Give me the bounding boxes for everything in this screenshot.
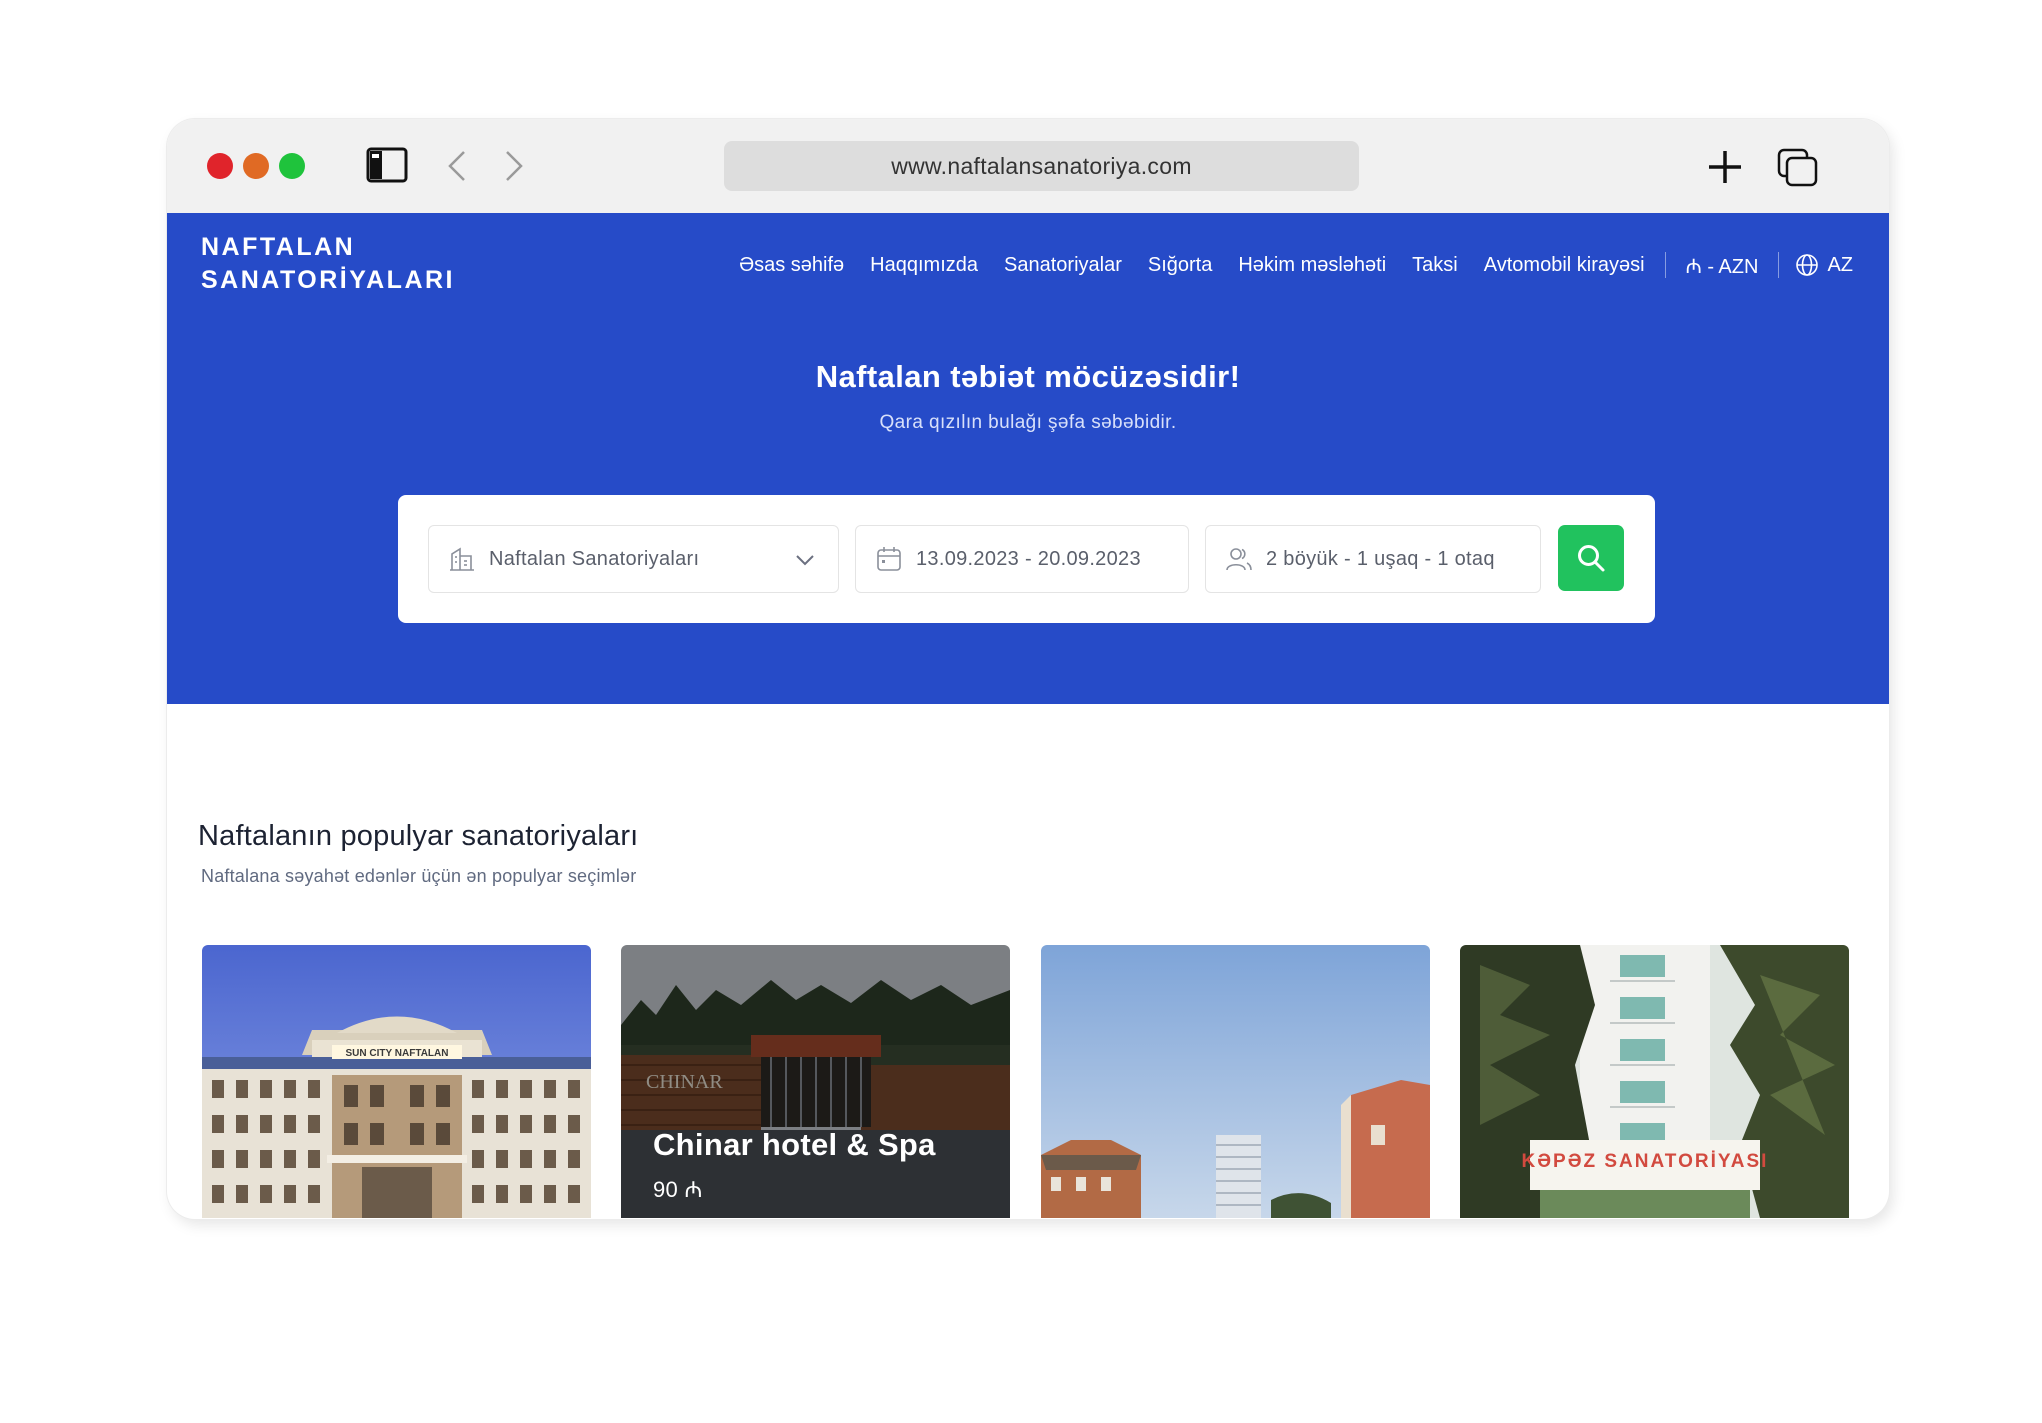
site-logo[interactable]: NAFTALAN SANATORİYALARI: [201, 231, 461, 297]
search-form: Naftalan Sanatoriyaları 13.09.2023 - 20.…: [398, 495, 1655, 623]
forward-arrow-icon[interactable]: [501, 149, 527, 183]
building-icon: [449, 546, 475, 572]
chevron-down-icon: [796, 555, 814, 566]
plus-icon[interactable]: [1707, 149, 1743, 185]
logo-line-1: NAFTALAN: [201, 233, 356, 261]
tabs-overview-icon[interactable]: [1777, 148, 1819, 188]
url-text: www.naftalansanatoriya.com: [891, 152, 1192, 179]
language-selector[interactable]: AZ: [1795, 253, 1853, 277]
main-navigation: Əsas səhifə Haqqımızda Sanatoriyalar Sığ…: [713, 247, 1853, 283]
nav-car-rental[interactable]: Avtomobil kirayəsi: [1484, 254, 1645, 277]
search-button[interactable]: [1558, 525, 1624, 591]
hero-subtitle: Qara qızılın bulağı şəfa səbəbidir.: [879, 412, 1177, 433]
date-range-field[interactable]: 13.09.2023 - 20.09.2023: [855, 525, 1189, 593]
currency-selector[interactable]: ₼ - AZN: [1686, 252, 1759, 279]
browser-toolbar: www.naftalansanatoriya.com: [167, 119, 1889, 213]
sanatorium-photo: KƏPƏZ SANATORİYASI: [1460, 945, 1849, 1218]
sanatorium-photo: [1041, 945, 1430, 1218]
sanatorium-card[interactable]: [1041, 945, 1430, 1218]
popular-section-title: Naftalanın populyar sanatoriyaları: [198, 820, 639, 852]
guests-value: 2 böyük - 1 uşaq - 1 otaq: [1266, 547, 1495, 570]
maximize-window-button[interactable]: [279, 153, 305, 179]
hotel-sign: KƏPƏZ SANATORİYASI: [1522, 1151, 1769, 1172]
popular-section-subtitle: Naftalana səyahət edənlər üçün ən populy…: [201, 866, 637, 886]
location-select[interactable]: Naftalan Sanatoriyaları: [428, 525, 839, 593]
language-label: AZ: [1827, 253, 1853, 276]
nav-about[interactable]: Haqqımızda: [870, 254, 978, 277]
users-icon: [1226, 546, 1252, 572]
search-icon: [1578, 545, 1605, 572]
sanatorium-photo: SUN CITY NAFTALAN: [202, 945, 591, 1218]
hotel-sign: SUN CITY NAFTALAN: [346, 1048, 449, 1059]
guests-field[interactable]: 2 böyük - 1 uşaq - 1 otaq: [1205, 525, 1541, 593]
nav-divider: [1778, 252, 1780, 278]
sanatorium-card[interactable]: KƏPƏZ SANATORİYASI: [1460, 945, 1849, 1218]
address-bar[interactable]: www.naftalansanatoriya.com: [724, 141, 1359, 191]
nav-insurance[interactable]: Sığorta: [1148, 254, 1212, 277]
date-range-value: 13.09.2023 - 20.09.2023: [916, 547, 1141, 570]
card-price: 90 ₼: [653, 1177, 703, 1202]
sanatorium-card[interactable]: SUN CITY NAFTALAN: [202, 945, 591, 1218]
hero-title: Naftalan təbiət möcüzəsidir!: [815, 359, 1241, 394]
sanatorium-card[interactable]: CHINAR Chinar hotel & Spa 90 ₼: [621, 945, 1010, 1218]
nav-taxi[interactable]: Taksi: [1412, 254, 1458, 277]
card-title: Chinar hotel & Spa: [653, 1127, 936, 1162]
back-arrow-icon[interactable]: [444, 149, 470, 183]
nav-doctor-advice[interactable]: Həkim məsləhəti: [1238, 254, 1386, 277]
nav-sanatoriums[interactable]: Sanatoriyalar: [1004, 254, 1122, 277]
minimize-window-button[interactable]: [243, 153, 269, 179]
calendar-icon: [876, 546, 902, 572]
nav-home[interactable]: Əsas səhifə: [739, 254, 844, 277]
location-value: Naftalan Sanatoriyaları: [489, 547, 700, 570]
globe-icon: [1796, 254, 1819, 276]
hero-section: NAFTALAN SANATORİYALARI Əsas səhifə Haqq…: [167, 213, 1889, 704]
sidebar-toggle-icon[interactable]: [366, 147, 408, 183]
close-window-button[interactable]: [207, 153, 233, 179]
logo-line-2: SANATORİYALARI: [201, 266, 456, 294]
nav-divider: [1664, 252, 1666, 278]
